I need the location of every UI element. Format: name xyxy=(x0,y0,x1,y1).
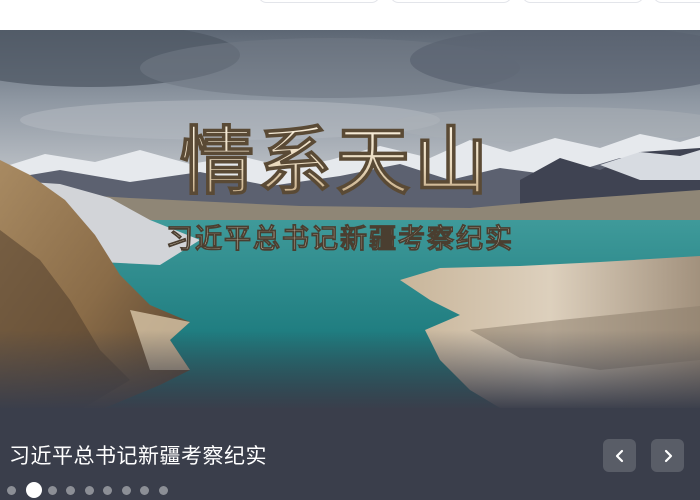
next-slide-button[interactable] xyxy=(651,439,684,472)
pagination-dot[interactable] xyxy=(103,485,112,495)
pagination-dot-active[interactable] xyxy=(25,482,42,498)
pagination-dot[interactable] xyxy=(84,485,94,495)
slide-caption[interactable]: 习近平总书记新疆考察纪实 xyxy=(9,440,267,470)
pagination-dot[interactable] xyxy=(47,485,57,495)
slide-image[interactable]: 情系天山 习近平总书记新疆考察纪实 xyxy=(0,30,700,500)
previous-slide-button[interactable] xyxy=(603,439,636,472)
tab-2[interactable] xyxy=(390,0,512,3)
banner-title: 情系天山 xyxy=(180,119,492,205)
tab-3[interactable] xyxy=(522,0,644,3)
pagination-dot[interactable] xyxy=(66,485,75,495)
banner-subtitle: 习近平总书记新疆考察纪实 xyxy=(166,223,514,255)
pagination-dot[interactable] xyxy=(121,485,131,495)
carousel-pagination xyxy=(7,482,177,498)
tab-1[interactable] xyxy=(258,0,380,3)
top-tab-strip xyxy=(0,0,700,30)
tab-4[interactable] xyxy=(653,0,700,3)
pagination-dot[interactable] xyxy=(7,485,16,495)
chevron-left-icon xyxy=(615,449,623,462)
pagination-dot[interactable] xyxy=(140,485,149,495)
chevron-right-icon xyxy=(664,449,672,462)
pagination-dot[interactable] xyxy=(158,485,168,495)
news-carousel[interactable]: 情系天山 习近平总书记新疆考察纪实 习近平总书记新疆考察纪实 xyxy=(0,30,700,500)
